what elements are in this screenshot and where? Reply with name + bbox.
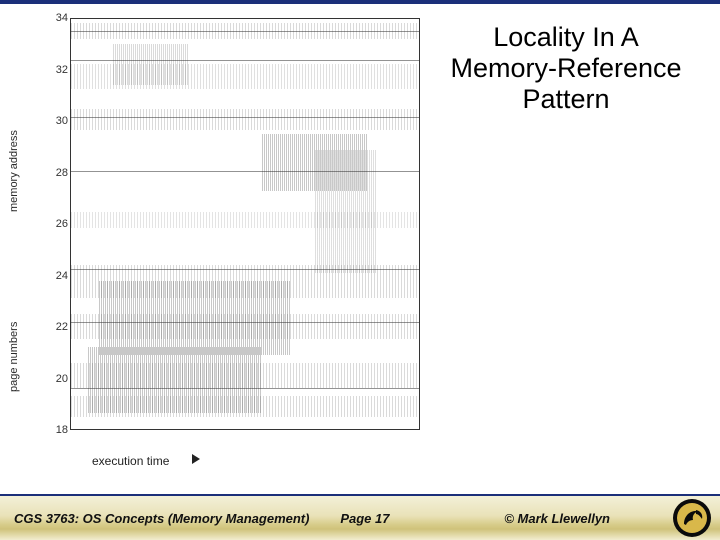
ytick: 24 [56,270,68,282]
ytick: 32 [56,64,68,76]
footer-copyright: © Mark Llewellyn [504,511,610,526]
locality-figure: memory address page numbers 18 20 22 24 … [12,12,432,472]
slide-footer: CGS 3763: OS Concepts (Memory Management… [0,494,720,540]
plot-area [70,18,420,430]
ytick: 18 [56,424,68,436]
y-axis-label-lower: page numbers [8,322,20,392]
footer-course: CGS 3763: OS Concepts (Memory Management… [14,511,309,526]
y-axis-ticks: 18 20 22 24 26 28 30 32 34 [48,18,68,430]
ytick: 34 [56,12,68,24]
ytick: 30 [56,115,68,127]
title-line-1: Locality In A [436,22,696,53]
ytick: 22 [56,321,68,333]
y-axis-label-upper: memory address [8,130,20,212]
ytick: 26 [56,218,68,230]
x-axis-label: execution time [92,454,169,468]
ytick: 28 [56,167,68,179]
ytick: 20 [56,373,68,385]
slide-title: Locality In A Memory-Reference Pattern [436,22,696,115]
footer-page: Page 17 [340,511,389,526]
ucf-pegasus-logo-icon [672,498,712,538]
x-axis-arrow-icon [192,454,200,464]
title-line-2: Memory-Reference [436,53,696,84]
title-line-3: Pattern [436,84,696,115]
